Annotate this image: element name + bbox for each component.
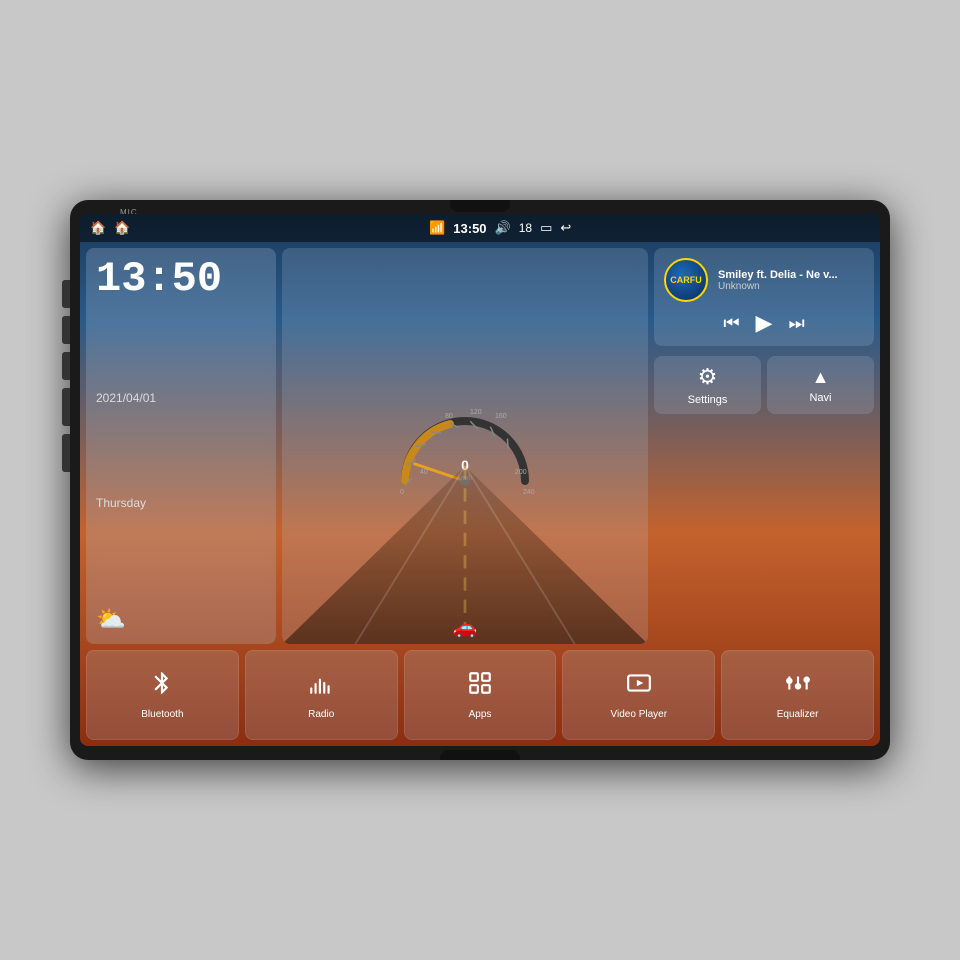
navi-label: Navi bbox=[809, 392, 831, 404]
clock-date: 2021/04/01 bbox=[96, 391, 266, 405]
play-button[interactable]: ▶ bbox=[756, 310, 773, 336]
bottom-apps-row: Bluetooth Radio bbox=[86, 650, 874, 740]
home-icon[interactable]: 🏠 bbox=[90, 220, 106, 236]
clock-time: 13:50 bbox=[96, 258, 266, 300]
volume-up-button[interactable] bbox=[62, 388, 70, 426]
settings-navi-row: ⚙ Settings ▲ Navi bbox=[654, 356, 874, 414]
prev-button[interactable]: ⏮ bbox=[723, 313, 739, 334]
back-button[interactable] bbox=[62, 352, 70, 380]
wifi-icon: 📶 bbox=[429, 220, 445, 236]
apps-icon[interactable]: 🏠 bbox=[114, 220, 130, 236]
equalizer-label: Equalizer bbox=[777, 709, 819, 720]
radio-label: Radio bbox=[308, 709, 334, 720]
car-head-unit: MIC RST 🏠 🏠 📶 13:50 🔊 18 ▭ ↩ bbox=[70, 200, 890, 760]
video-player-button[interactable]: Video Player bbox=[562, 650, 715, 740]
svg-text:km/h: km/h bbox=[457, 475, 472, 482]
speedometer-widget: 0 40 80 120 160 200 240 0 km/h bbox=[282, 248, 648, 644]
svg-text:160: 160 bbox=[495, 413, 507, 420]
clock-day: Thursday bbox=[96, 496, 266, 510]
status-bar: 🏠 🏠 📶 13:50 🔊 18 ▭ ↩ bbox=[80, 214, 880, 242]
settings-label: Settings bbox=[688, 394, 728, 406]
svg-text:40: 40 bbox=[420, 469, 428, 476]
home-button[interactable] bbox=[62, 316, 70, 344]
music-logo: CARFU bbox=[664, 258, 708, 302]
navi-icon: ▲ bbox=[812, 367, 830, 388]
car-icon: 🚗 bbox=[453, 615, 478, 640]
video-icon bbox=[626, 670, 652, 703]
speed-value: 0 bbox=[461, 457, 469, 473]
battery-level: 18 bbox=[519, 221, 532, 235]
svg-text:80: 80 bbox=[445, 413, 453, 420]
weather-icon: ⛅ bbox=[96, 605, 266, 634]
power-button[interactable] bbox=[62, 280, 70, 308]
svg-text:240: 240 bbox=[523, 489, 535, 496]
equalizer-icon bbox=[785, 670, 811, 703]
bluetooth-label: Bluetooth bbox=[141, 709, 183, 720]
music-top: CARFU Smiley ft. Delia - Ne v... Unknown bbox=[664, 258, 864, 302]
status-center: 📶 13:50 🔊 18 ▭ ↩ bbox=[429, 220, 571, 236]
back-nav-icon[interactable]: ↩ bbox=[560, 220, 571, 236]
music-logo-text: CARFU bbox=[670, 275, 702, 285]
volume-down-button[interactable] bbox=[62, 434, 70, 472]
svg-text:120: 120 bbox=[470, 409, 482, 416]
equalizer-button[interactable]: Equalizer bbox=[721, 650, 874, 740]
bluetooth-icon bbox=[149, 670, 175, 703]
top-connector bbox=[450, 200, 510, 212]
settings-widget[interactable]: ⚙ Settings bbox=[654, 356, 761, 414]
svg-text:0: 0 bbox=[400, 489, 404, 496]
top-row: 13:50 2021/04/01 Thursday ⛅ bbox=[86, 248, 874, 644]
music-title: Smiley ft. Delia - Ne v... bbox=[718, 269, 864, 281]
status-time: 13:50 bbox=[453, 221, 486, 236]
apps-label: Apps bbox=[469, 709, 492, 720]
video-player-label: Video Player bbox=[611, 709, 668, 720]
screen: 🏠 🏠 📶 13:50 🔊 18 ▭ ↩ 13:50 2021/04/01 bbox=[80, 214, 880, 746]
music-info: Smiley ft. Delia - Ne v... Unknown bbox=[718, 269, 864, 292]
navi-widget[interactable]: ▲ Navi bbox=[767, 356, 874, 414]
bluetooth-button[interactable]: Bluetooth bbox=[86, 650, 239, 740]
music-controls: ⏮ ▶ ⏭ bbox=[664, 310, 864, 336]
window-icon: ▭ bbox=[540, 220, 552, 236]
gauge-container: 0 40 80 120 160 200 240 0 km/h bbox=[282, 248, 648, 644]
gauge-svg: 0 40 80 120 160 200 240 0 km/h bbox=[390, 396, 540, 496]
bottom-connector bbox=[440, 750, 520, 760]
apps-button[interactable]: Apps bbox=[404, 650, 557, 740]
radio-icon bbox=[308, 670, 334, 703]
side-buttons bbox=[62, 280, 70, 472]
next-button[interactable]: ⏭ bbox=[788, 313, 804, 334]
radio-button[interactable]: Radio bbox=[245, 650, 398, 740]
apps-grid-icon bbox=[467, 670, 493, 703]
right-column: CARFU Smiley ft. Delia - Ne v... Unknown… bbox=[654, 248, 874, 644]
svg-text:200: 200 bbox=[515, 469, 527, 476]
status-left: 🏠 🏠 bbox=[90, 220, 130, 236]
volume-icon: 🔊 bbox=[495, 220, 511, 236]
music-artist: Unknown bbox=[718, 281, 864, 292]
settings-icon: ⚙ bbox=[698, 364, 718, 390]
music-widget[interactable]: CARFU Smiley ft. Delia - Ne v... Unknown… bbox=[654, 248, 874, 346]
main-content: 13:50 2021/04/01 Thursday ⛅ bbox=[80, 242, 880, 746]
clock-widget: 13:50 2021/04/01 Thursday ⛅ bbox=[86, 248, 276, 644]
